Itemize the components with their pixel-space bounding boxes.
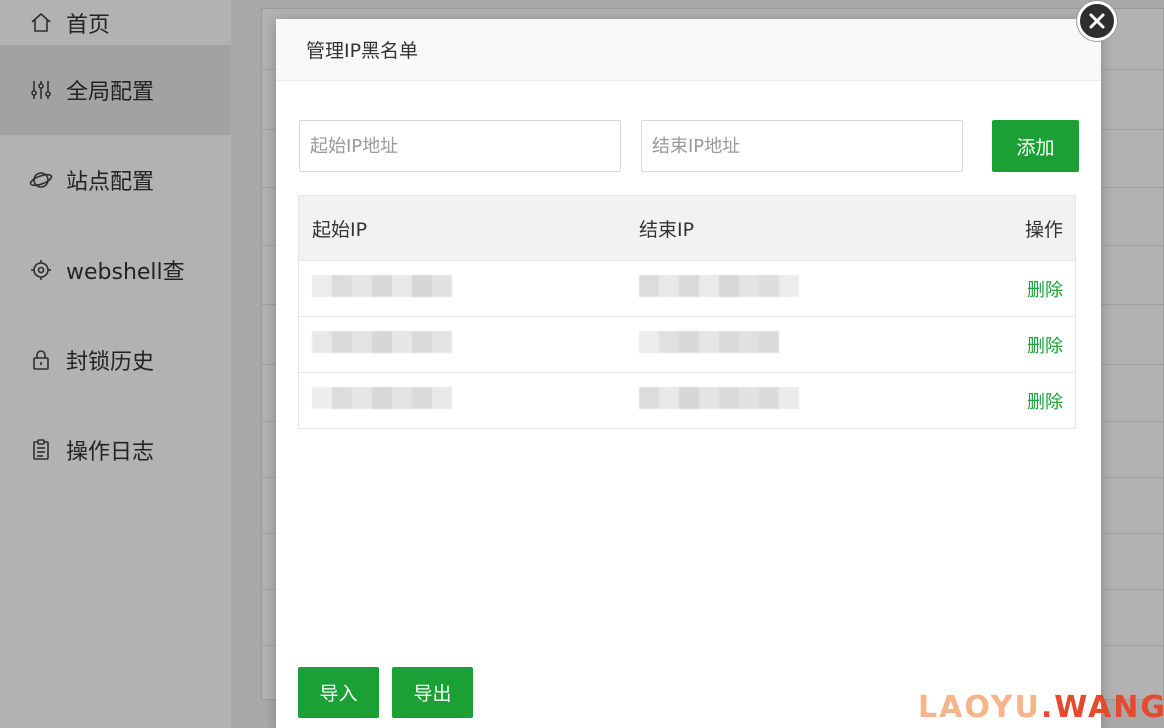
redacted-ip bbox=[639, 331, 779, 353]
redacted-ip bbox=[312, 387, 452, 409]
add-button[interactable]: 添加 bbox=[992, 120, 1079, 172]
close-button[interactable] bbox=[1077, 1, 1117, 41]
close-icon bbox=[1089, 13, 1105, 29]
watermark: LAOYU.WANG bbox=[918, 690, 1164, 725]
delete-link[interactable]: 删除 bbox=[1027, 336, 1063, 357]
modal-header: 管理IP黑名单 bbox=[276, 19, 1101, 81]
table-row: 删除 bbox=[299, 317, 1075, 373]
ip-input-row: 添加 bbox=[298, 120, 1079, 172]
table-row: 删除 bbox=[299, 261, 1075, 317]
modal-title: 管理IP黑名单 bbox=[306, 40, 419, 62]
table-header: 起始IP 结束IP 操作 bbox=[299, 196, 1075, 261]
delete-link[interactable]: 删除 bbox=[1027, 280, 1063, 301]
redacted-ip bbox=[312, 331, 452, 353]
import-button[interactable]: 导入 bbox=[298, 667, 379, 718]
header-end-ip: 结束IP bbox=[639, 218, 695, 241]
ip-blacklist-modal: 管理IP黑名单 添加 起始IP 结束IP 操作 删除 bbox=[276, 19, 1101, 728]
redacted-ip bbox=[639, 387, 799, 409]
export-button[interactable]: 导出 bbox=[392, 667, 473, 718]
start-ip-input[interactable] bbox=[299, 120, 621, 172]
ip-blacklist-table: 起始IP 结束IP 操作 删除 删除 删除 bbox=[298, 195, 1076, 429]
end-ip-input[interactable] bbox=[641, 120, 963, 172]
delete-link[interactable]: 删除 bbox=[1027, 392, 1063, 413]
table-row: 删除 bbox=[299, 373, 1075, 428]
header-start-ip: 起始IP bbox=[312, 218, 368, 241]
redacted-ip bbox=[639, 275, 799, 297]
redacted-ip bbox=[312, 275, 452, 297]
header-operation: 操作 bbox=[1024, 218, 1063, 241]
